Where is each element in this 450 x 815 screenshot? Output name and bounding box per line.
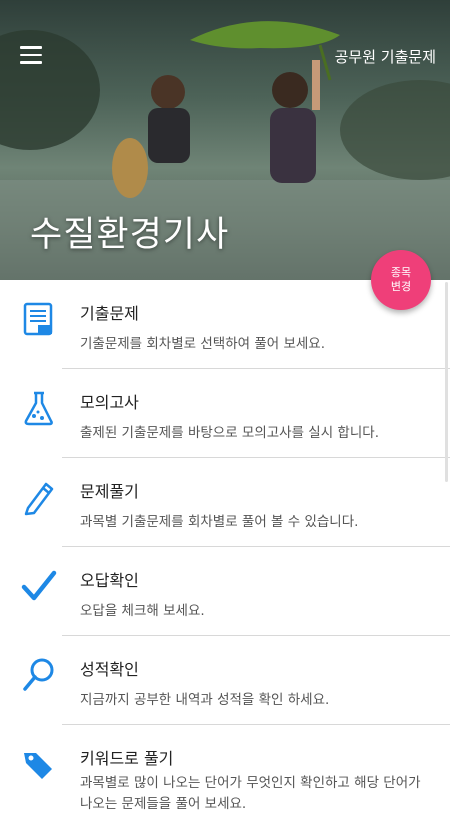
scrollbar[interactable] [445, 282, 448, 482]
change-subject-button[interactable]: 종목 변경 [371, 250, 431, 310]
menu-item-keyword-solve[interactable]: 키워드로 풀기 과목별로 많이 나오는 단어가 무엇인지 확인하고 해당 단어가… [0, 725, 450, 814]
hamburger-menu-icon[interactable] [20, 46, 42, 64]
menu-item-desc: 기출문제를 회차별로 선택하여 풀어 보세요. [80, 336, 326, 352]
menu-list: 기출문제 기출문제를 회차별로 선택하여 풀어 보세요. 모의고사 출제된 기출… [0, 280, 450, 814]
hero-banner: 공무원 기출문제 수질환경기사 [0, 0, 450, 280]
app-title: 공무원 기출문제 [334, 48, 436, 66]
menu-item-title: 성적확인 [80, 660, 139, 679]
change-subject-label: 종목 변경 [390, 266, 412, 293]
menu-item-title: 모의고사 [80, 393, 139, 412]
menu-item-title: 오답확인 [80, 571, 139, 590]
menu-item-title: 문제풀기 [80, 482, 139, 501]
checkmark-icon [21, 570, 57, 601]
menu-item-desc: 오답을 체크해 보세요. [80, 603, 205, 619]
menu-item-check-scores[interactable]: 성적확인 지금까지 공부한 내역과 성적을 확인 하세요. [0, 636, 450, 725]
menu-item-solve-problems[interactable]: 문제풀기 과목별 기출문제를 회차별로 풀어 볼 수 있습니다. [0, 458, 450, 547]
menu-item-title: 키워드로 풀기 [80, 749, 174, 768]
tag-icon [24, 753, 52, 779]
menu-item-desc: 과목별로 많이 나오는 단어가 무엇인지 확인하고 해당 단어가 나오는 문제들… [80, 775, 421, 812]
menu-item-desc: 출제된 기출문제를 바탕으로 모의고사를 실시 합니다. [80, 425, 379, 441]
menu-item-review-wrong[interactable]: 오답확인 오답을 체크해 보세요. [0, 547, 450, 636]
menu-item-title: 기출문제 [80, 304, 139, 323]
menu-item-mock-exam[interactable]: 모의고사 출제된 기출문제를 바탕으로 모의고사를 실시 합니다. [0, 369, 450, 458]
document-list-icon [23, 302, 53, 336]
hero-title: 수질환경기사 [30, 215, 230, 255]
pencil-icon [24, 482, 54, 516]
menu-item-desc: 과목별 기출문제를 회차별로 풀어 볼 수 있습니다. [80, 514, 359, 530]
magnifier-icon [23, 658, 54, 691]
menu-item-desc: 지금까지 공부한 내역과 성적을 확인 하세요. [80, 692, 330, 708]
flask-icon [24, 391, 53, 426]
